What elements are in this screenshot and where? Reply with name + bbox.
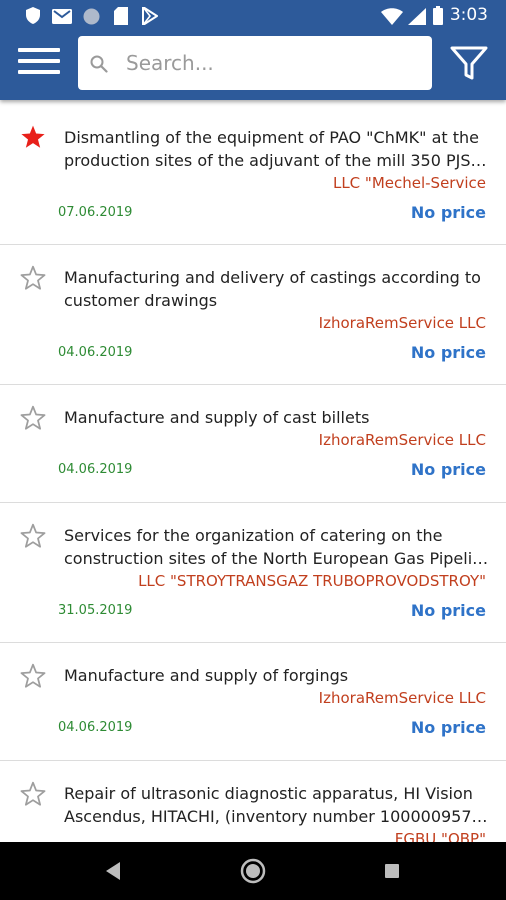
status-bar: 3:03 (0, 0, 506, 32)
tender-list-item[interactable]: Manufacture and supply of forgings Izhora… (0, 643, 506, 761)
star-outline-icon[interactable] (20, 781, 46, 807)
tender-title-line: Manufacturing and delivery of castings a… (64, 268, 481, 287)
tender-price-link[interactable]: No price (411, 343, 486, 362)
star-outline-icon[interactable] (20, 265, 46, 291)
tender-customer: IzhoraRemService LLC (318, 431, 486, 449)
home-circle-icon[interactable] (239, 857, 267, 885)
tender-date: 31.05.2019 (58, 603, 133, 618)
tender-date: 07.06.2019 (58, 205, 133, 220)
back-triangle-icon[interactable] (100, 857, 128, 885)
tender-list-item[interactable]: Manufacturing and delivery of castings a… (0, 245, 506, 385)
tender-title-line: Repair of ultrasonic diagnostic apparatu… (64, 784, 473, 803)
circle-icon (83, 8, 100, 25)
navigation-bar (0, 842, 506, 900)
tender-list-item[interactable]: Repair of ultrasonic diagnostic apparatu… (0, 761, 506, 842)
battery-icon (433, 6, 443, 25)
gmail-icon (52, 9, 72, 24)
tender-price-link[interactable]: No price (411, 718, 486, 737)
tender-list-item[interactable]: Manufacture and supply of cast billets Iz… (0, 385, 506, 503)
wifi-icon (381, 8, 403, 25)
tender-title-line: Ascendus, HITACHI, (inventory number 100… (64, 807, 492, 826)
tender-customer: LLC "STROYTRANSGAZ TRUBOPROVODSTROY" (138, 572, 486, 590)
tender-price-link[interactable]: No price (411, 203, 486, 222)
tender-customer: FGBU "OBP" (394, 830, 486, 842)
tender-title-line: construction sites of the North European… (64, 549, 492, 568)
star-outline-icon[interactable] (20, 523, 46, 549)
tender-title-line: Manufacture and supply of cast billets (64, 408, 370, 427)
play-store-icon (142, 7, 158, 25)
menu-button[interactable] (18, 48, 60, 82)
search-icon (90, 55, 108, 73)
star-outline-icon[interactable] (20, 663, 46, 689)
app-screen: 3:03 Dismantling of the equipment of PAO… (0, 0, 506, 900)
star-outline-icon[interactable] (20, 405, 46, 431)
tender-list-item[interactable]: Dismantling of the equipment of PAO "ChM… (0, 100, 506, 245)
tender-title-line: Dismantling of the equipment of PAO "ChM… (64, 128, 480, 147)
tender-list: Dismantling of the equipment of PAO "ChM… (0, 100, 506, 842)
hamburger-menu-icon (18, 48, 60, 52)
tender-date: 04.06.2019 (58, 720, 133, 735)
star-filled-icon[interactable] (20, 124, 46, 150)
tender-customer: IzhoraRemService LLC (318, 314, 486, 332)
tender-date: 04.06.2019 (58, 462, 133, 477)
tender-price-link[interactable]: No price (411, 460, 486, 479)
recents-square-icon[interactable] (378, 857, 406, 885)
tender-title-line: customer drawings (64, 291, 218, 310)
tender-title-line: production sites of the adjuvant of the … (64, 151, 492, 170)
tender-date: 04.06.2019 (58, 345, 133, 360)
shield-icon (26, 7, 40, 24)
search-input[interactable] (126, 46, 416, 80)
tender-title-line: Manufacture and supply of forgings (64, 666, 349, 685)
tender-customer: LLC "Mechel-Service (332, 174, 486, 192)
app-header: 3:03 (0, 0, 506, 100)
tender-title-line: Services for the organization of caterin… (64, 526, 443, 545)
tender-customer: IzhoraRemService LLC (318, 689, 486, 707)
status-time: 3:03 (449, 5, 488, 25)
signal-icon (408, 8, 426, 25)
search-box[interactable] (78, 36, 432, 90)
filter-funnel-icon[interactable] (448, 42, 490, 84)
tender-price-link[interactable]: No price (411, 601, 486, 620)
tender-list-item[interactable]: Services for the organization of caterin… (0, 503, 506, 643)
sd-card-icon (114, 7, 128, 25)
